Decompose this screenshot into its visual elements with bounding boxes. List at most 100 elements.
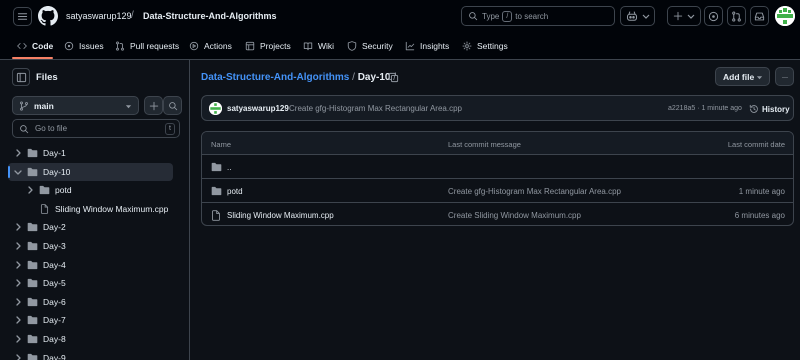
hamburger-menu-button[interactable] [13,7,32,26]
github-logo-icon[interactable] [38,6,58,26]
notifications-button[interactable] [750,6,769,26]
folder-icon [211,186,222,196]
search-icon [469,12,478,21]
table-row[interactable]: Sliding Window Maximum.cpp Create Slidin… [202,203,793,225]
tree-folder-item[interactable]: potd [8,181,173,199]
search-icon [168,101,177,110]
tab-label: Issues [79,41,104,51]
file-commit-message[interactable]: Create Sliding Window Maximum.cpp [448,211,581,220]
tree-item-label: Sliding Window Maximum.cpp [55,203,169,214]
add-file-button[interactable]: Add file [715,67,770,86]
parent-directory-label: .. [227,163,232,172]
tab-insights[interactable]: Insights [405,39,449,53]
add-file-sidebar-button[interactable] [144,96,163,115]
table-row[interactable]: potd Create gfg-Histogram Max Rectangula… [202,179,793,203]
search-files-button[interactable] [163,96,182,115]
more-options-button[interactable]: ··· [775,67,794,86]
caret-down-icon [125,105,132,109]
search-shortcut-key: / [502,10,513,22]
tree-item-label: Day-5 [43,278,66,289]
chevron-right-icon[interactable] [13,278,23,288]
latest-commit-box: satyaswarup129 Create gfg-Histogram Max … [201,95,794,121]
global-search-input[interactable]: Type / to search [461,6,615,26]
tab-settings[interactable]: Settings [462,39,508,53]
chevron-down-icon [687,14,695,19]
issues-button[interactable] [704,6,723,26]
go-to-file-input[interactable]: Go to file t [12,119,180,138]
repo-link[interactable]: Data-Structure-And-Algorithms [143,11,277,21]
tab-label: Pull requests [130,41,180,51]
active-tab-indicator [12,57,53,59]
tree-folder-item[interactable]: Day-6 [8,293,173,311]
tab-pull-requests[interactable]: Pull requests [115,39,179,53]
file-icon [40,204,49,214]
pull-requests-button[interactable] [727,6,746,26]
tree-item-label: Day-10 [43,166,71,177]
tree-folder-item[interactable]: Day-10 [8,162,173,181]
folder-icon [27,334,38,344]
user-avatar[interactable] [775,6,795,26]
chevron-right-icon[interactable] [25,185,35,195]
folder-icon [27,148,38,158]
tree-folder-item[interactable]: Day-4 [8,256,173,274]
copy-path-button[interactable] [388,72,399,83]
branch-icon [20,100,28,111]
parent-directory-row[interactable]: .. [202,155,793,179]
tree-item-label: potd [55,185,72,196]
tree-folder-item[interactable]: Day-9 [8,349,173,360]
tree-folder-item[interactable]: Day-3 [8,237,173,255]
file-table: Name Last commit message Last commit dat… [201,131,794,226]
chevron-right-icon[interactable] [13,353,23,360]
copilot-button[interactable] [620,6,655,26]
chevron-right-icon[interactable] [13,315,23,325]
repo-navigation: Code Issues Pull requests Actions Projec… [0,32,800,60]
tab-label: Security [362,41,393,51]
chevron-right-icon[interactable] [13,260,23,270]
chevron-right-icon[interactable] [13,148,23,158]
chevron-right-icon[interactable] [13,334,23,344]
commit-author[interactable]: satyaswarup129 [227,104,289,113]
breadcrumb-separator: / [131,10,134,21]
tab-issues[interactable]: Issues [64,39,104,53]
tab-wiki[interactable]: Wiki [303,39,334,53]
owner-link[interactable]: satyaswarup129 [66,11,132,21]
tree-folder-item[interactable]: Day-7 [8,311,173,329]
tree-folder-item[interactable]: Day-2 [8,218,173,236]
column-last-commit-message: Last commit message [448,140,521,149]
play-icon [189,41,199,51]
tree-item-label: Day-4 [43,259,66,270]
commit-author-avatar[interactable] [209,102,222,115]
history-button[interactable]: History [749,104,790,114]
tab-label: Code [32,41,54,51]
commit-meta[interactable]: a2218a5 · 1 minute ago [668,105,742,112]
collapse-sidebar-button[interactable] [12,68,30,86]
branch-name: main [34,100,54,111]
tab-code[interactable]: Code [17,39,53,53]
inbox-icon [754,12,765,20]
go-to-file-shortcut: t [165,123,175,135]
chevron-right-icon[interactable] [13,297,23,307]
tree-folder-item[interactable]: Day-1 [8,144,173,162]
file-tree-sidebar: Files main Go to file t Day-1 Day-10 potd S… [0,60,190,360]
tab-actions[interactable]: Actions [189,39,232,53]
commit-message[interactable]: Create gfg-Histogram Max Rectangular Are… [289,104,462,113]
create-new-button[interactable] [667,6,701,26]
tree-folder-item[interactable]: Day-5 [8,274,173,292]
chevron-down-icon[interactable] [13,167,23,177]
chevron-right-icon[interactable] [13,222,23,232]
tab-label: Insights [420,41,450,51]
breadcrumb-repo-link[interactable]: Data-Structure-And-Algorithms [201,72,349,83]
tree-folder-item[interactable]: Day-8 [8,330,173,348]
file-name[interactable]: Sliding Window Maximum.cpp [227,211,334,220]
chevron-right-icon[interactable] [13,241,23,251]
file-commit-message[interactable]: Create gfg-Histogram Max Rectangular Are… [448,187,621,196]
tab-security[interactable]: Security [347,39,393,53]
pull-request-icon [116,41,124,51]
file-name[interactable]: potd [227,187,243,196]
branch-selector[interactable]: main [12,96,139,115]
kebab-icon: ··· [781,71,789,82]
tree-file-item[interactable]: Sliding Window Maximum.cpp [8,200,173,218]
issue-icon [64,41,74,51]
file-commit-date: 1 minute ago [738,187,785,196]
tab-projects[interactable]: Projects [245,39,291,53]
